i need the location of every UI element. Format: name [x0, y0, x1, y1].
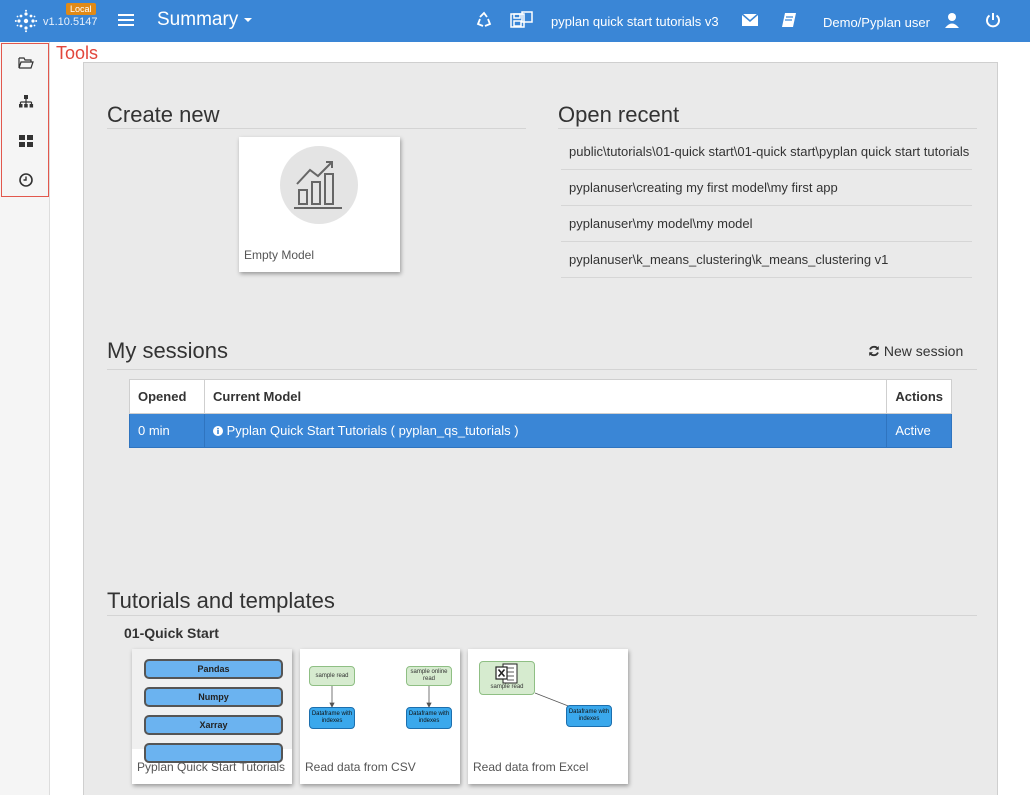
user-name[interactable]: Demo/Pyplan user: [823, 15, 930, 30]
recent-list: public\tutorials\01-quick start\01-quick…: [561, 134, 972, 278]
page-title-dropdown[interactable]: Summary: [157, 9, 253, 31]
table-row[interactable]: 0 min Pyplan Quick Start Tutorials ( pyp…: [129, 413, 952, 448]
tutorial-card[interactable]: sample read sample online read Dataframe…: [300, 649, 460, 784]
new-session-button[interactable]: New session: [868, 343, 963, 359]
tutorial-thumbnail: Pandas Numpy Xarray: [132, 649, 292, 763]
recent-item[interactable]: public\tutorials\01-quick start\01-quick…: [561, 134, 972, 170]
top-bar: Local v1.10.5147 Summary pyplan quick st…: [0, 0, 1030, 42]
tools-label: Tools: [56, 43, 99, 63]
diagram-node: Dataframe with indexes: [406, 707, 452, 729]
page-title: Summary: [157, 9, 239, 30]
create-new-title: Create new: [107, 102, 220, 127]
empty-model-label: Empty Model: [244, 248, 315, 262]
hamburger-menu-icon[interactable]: [118, 11, 134, 29]
caret-down-icon: [244, 17, 253, 22]
recycle-icon[interactable]: [475, 11, 493, 29]
recent-item[interactable]: pyplanuser\my model\my model: [561, 206, 972, 242]
diagram-node: Dataframe with indexes: [566, 705, 612, 727]
node-pill: Numpy: [144, 687, 283, 707]
divider: [107, 128, 526, 129]
tools-panel: [1, 43, 49, 197]
recent-item[interactable]: pyplanuser\creating my first model\my fi…: [561, 170, 972, 206]
diagram-arrows: [534, 692, 579, 711]
main-panel: Create new Empty Model Open recent publi…: [83, 62, 998, 795]
my-sessions-title: My sessions: [107, 338, 229, 363]
tutorial-thumbnail: sample read Dataframe with indexes: [468, 649, 628, 749]
empty-model-card[interactable]: Empty Model: [239, 137, 400, 272]
tutorial-thumbnail: sample read sample online read Dataframe…: [300, 649, 460, 749]
info-icon: [213, 426, 223, 436]
folder-open-icon[interactable]: [18, 55, 34, 71]
model-cell: Pyplan Quick Start Tutorials ( pyplan_qs…: [203, 413, 888, 448]
column-header[interactable]: Actions: [886, 379, 952, 414]
recent-item[interactable]: pyplanuser\k_means_clustering\k_means_cl…: [561, 242, 972, 278]
tutorial-group-title: 01-Quick Start: [124, 625, 219, 641]
open-recent-title: Open recent: [558, 102, 680, 127]
tutorial-card[interactable]: sample read Dataframe with indexes Read …: [468, 649, 628, 784]
power-icon[interactable]: [984, 11, 1002, 29]
node-pill: Pandas: [144, 659, 283, 679]
tutorials-title: Tutorials and templates: [107, 588, 335, 613]
divider: [107, 369, 977, 370]
grid-icon[interactable]: [18, 133, 34, 149]
divider: [107, 615, 977, 616]
user-icon[interactable]: [943, 11, 961, 29]
refresh-icon: [869, 345, 879, 357]
tutorial-card-label: Read data from Excel: [473, 760, 589, 774]
diagram-node: Dataframe with indexes: [309, 707, 355, 729]
model-cell-text: Pyplan Quick Start Tutorials ( pyplan_qs…: [226, 423, 519, 438]
local-badge: Local: [66, 3, 96, 15]
node-pill: Xarray: [144, 715, 283, 735]
new-session-label: New session: [883, 343, 964, 359]
tutorial-card-label: Pyplan Quick Start Tutorials: [137, 760, 286, 774]
diagram-arrows: [329, 686, 432, 708]
current-model-name[interactable]: pyplan quick start tutorials v3: [551, 14, 719, 29]
book-icon[interactable]: [780, 11, 798, 29]
chart-icon: [280, 146, 358, 224]
divider: [558, 128, 977, 129]
tutorial-card-label: Read data from CSV: [305, 760, 416, 774]
left-sidebar: [0, 42, 50, 795]
column-header[interactable]: Current Model: [203, 379, 888, 414]
version-label: v1.10.5147: [43, 16, 98, 28]
opened-cell: 0 min: [129, 413, 205, 448]
tutorial-card[interactable]: Pandas Numpy Xarray Pyplan Quick Start T…: [132, 649, 292, 784]
envelope-icon[interactable]: [741, 11, 759, 29]
save-as-icon[interactable]: [510, 11, 534, 29]
column-header[interactable]: Opened: [129, 379, 205, 414]
clock-icon[interactable]: [18, 172, 34, 188]
sitemap-icon[interactable]: [18, 94, 34, 110]
sessions-table: Opened Current Model Actions 0 min Pypla…: [129, 379, 952, 448]
action-cell[interactable]: Active: [886, 413, 952, 448]
pyplan-logo-icon[interactable]: [14, 9, 38, 33]
